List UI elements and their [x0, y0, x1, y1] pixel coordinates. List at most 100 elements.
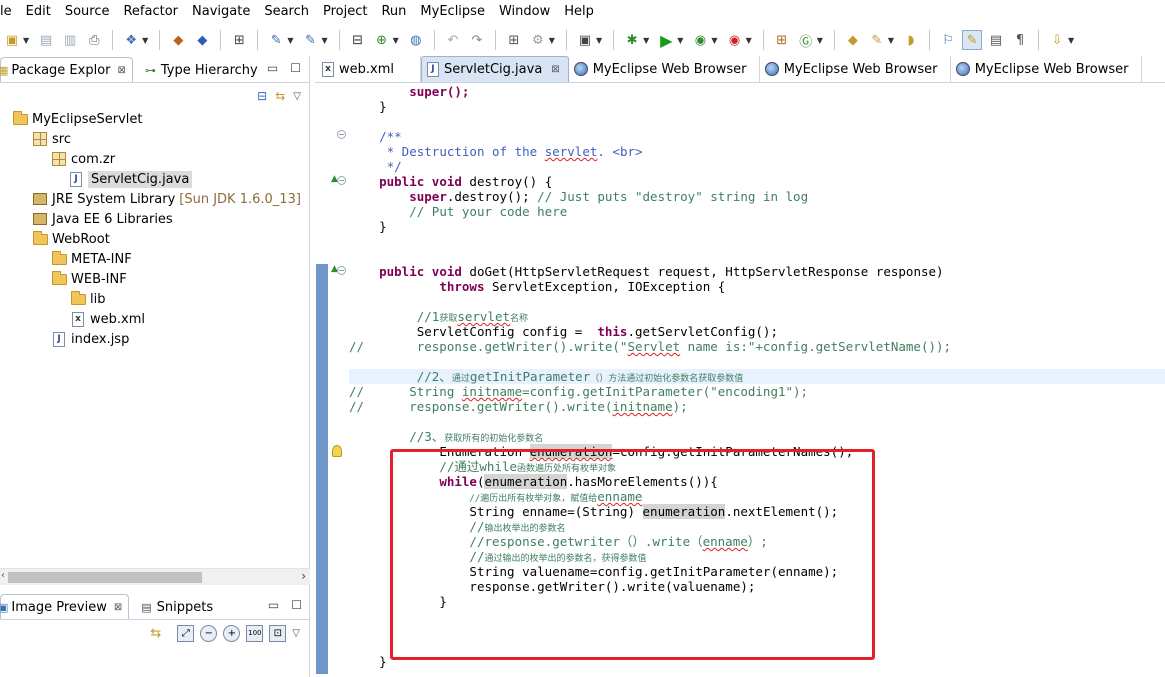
- coverage-icon[interactable]: ◉: [690, 30, 710, 50]
- maximize-icon[interactable]: ☐: [290, 61, 301, 75]
- close-icon[interactable]: ⊠: [551, 64, 559, 75]
- task-icon[interactable]: ⊞: [229, 30, 249, 50]
- actual-size-icon[interactable]: 100: [246, 624, 264, 642]
- tree-item-src[interactable]: src: [32, 129, 71, 149]
- tab-image-preview[interactable]: ▣ Image Preview ⊠: [0, 594, 130, 619]
- scrollbar-thumb[interactable]: [8, 572, 202, 583]
- menu-navigate[interactable]: Navigate: [185, 0, 257, 24]
- fold-toggle-icon[interactable]: −: [337, 266, 346, 275]
- cube-icon[interactable]: ◆: [192, 30, 212, 50]
- tree-item-index-jsp[interactable]: J index.jsp: [51, 329, 129, 349]
- menu-search[interactable]: Search: [257, 0, 316, 24]
- minimize-icon[interactable]: ▭: [267, 61, 278, 75]
- link-with-editor-icon[interactable]: ⇆: [275, 89, 285, 103]
- new-interface-icon[interactable]: Ⓖ: [796, 30, 816, 50]
- tree-item-lib[interactable]: lib: [70, 289, 105, 309]
- minimize-icon[interactable]: ▭: [268, 598, 279, 612]
- tab-type-hierarchy[interactable]: ⊶ Type Hierarchy: [138, 57, 265, 82]
- tab-servletcig-java[interactable]: J ServletCig.java ⊠: [420, 56, 569, 82]
- chevron-down-icon[interactable]: ▼: [549, 36, 555, 45]
- mark-occurrences-icon[interactable]: ✎: [962, 30, 983, 50]
- tab-web-browser-2[interactable]: MyEclipse Web Browser: [760, 56, 951, 82]
- tree-item-web-xml[interactable]: x web.xml: [70, 309, 145, 329]
- web-browser-icon[interactable]: ◍: [406, 30, 426, 50]
- tree-item-web-inf[interactable]: WEB-INF: [51, 269, 127, 289]
- external-tools-icon[interactable]: ◉: [725, 30, 745, 50]
- view-menu-icon[interactable]: ▽: [292, 628, 300, 639]
- fold-toggle-icon[interactable]: −: [337, 130, 346, 139]
- chevron-down-icon[interactable]: ▼: [287, 36, 293, 45]
- code-editor[interactable]: − ▲ − ▲ − super(); } /** * Destruction o…: [315, 84, 1165, 677]
- tab-snippets[interactable]: ▤ Snippets: [135, 594, 221, 619]
- tree-item-meta-inf[interactable]: META-INF: [51, 249, 132, 269]
- block-selection-icon[interactable]: ▤: [986, 30, 1006, 50]
- fit-window-icon[interactable]: ⊡: [269, 624, 287, 642]
- scroll-right-icon[interactable]: ›: [301, 569, 306, 583]
- search-icon[interactable]: ✎: [867, 30, 887, 50]
- chevron-down-icon[interactable]: ▼: [596, 36, 602, 45]
- menu-file[interactable]: le: [0, 0, 19, 24]
- chevron-down-icon[interactable]: ▼: [817, 36, 823, 45]
- console-icon[interactable]: ▣: [575, 30, 595, 50]
- fold-toggle-icon[interactable]: −: [337, 176, 346, 185]
- tree-item-package[interactable]: com.zr: [51, 149, 115, 169]
- tree-item-java-file[interactable]: J ServletCig.java: [68, 169, 193, 189]
- chevron-down-icon[interactable]: ▼: [746, 36, 752, 45]
- menu-run[interactable]: Run: [374, 0, 413, 24]
- tab-web-browser-1[interactable]: MyEclipse Web Browser: [569, 56, 760, 82]
- zoom-in-icon[interactable]: +: [223, 624, 241, 642]
- new-icon[interactable]: ▣: [2, 30, 22, 50]
- toggle-breadcrumb-icon[interactable]: ⚐: [938, 30, 958, 50]
- view-menu-icon[interactable]: ▽: [293, 91, 301, 102]
- menu-project[interactable]: Project: [316, 0, 374, 24]
- back-icon[interactable]: ↶: [443, 30, 463, 50]
- maximize-icon[interactable]: ☐: [291, 598, 302, 612]
- tree-item-javaee[interactable]: Java EE 6 Libraries: [32, 209, 173, 229]
- chevron-down-icon[interactable]: ▼: [321, 36, 327, 45]
- menu-refactor[interactable]: Refactor: [116, 0, 185, 24]
- new-wizard-icon[interactable]: ❖: [121, 30, 141, 50]
- forward-icon[interactable]: ↷: [467, 30, 487, 50]
- close-icon[interactable]: ⊠: [114, 602, 122, 613]
- horizontal-scrollbar[interactable]: ‹ ›: [0, 568, 310, 585]
- deploy-icon[interactable]: ✎: [266, 30, 286, 50]
- menu-window[interactable]: Window: [492, 0, 557, 24]
- next-annotation-icon[interactable]: ⇩: [1047, 30, 1067, 50]
- menu-myeclipse[interactable]: MyEclipse: [413, 0, 492, 24]
- tree-item-jre[interactable]: JRE System Library [Sun JDK 1.6.0_13]: [32, 189, 301, 209]
- tree-item-webroot[interactable]: WebRoot: [32, 229, 110, 249]
- scroll-left-icon[interactable]: ‹: [1, 570, 5, 581]
- chevron-down-icon[interactable]: ▼: [677, 36, 683, 45]
- chevron-down-icon[interactable]: ▼: [711, 36, 717, 45]
- chevron-down-icon[interactable]: ▼: [393, 36, 399, 45]
- chevron-down-icon[interactable]: ▼: [142, 36, 148, 45]
- menu-source[interactable]: Source: [58, 0, 117, 24]
- tab-web-browser-3[interactable]: MyEclipse Web Browser: [951, 56, 1142, 82]
- close-icon[interactable]: ⊠: [118, 65, 126, 76]
- package-icon[interactable]: ◆: [168, 30, 188, 50]
- tab-web-xml[interactable]: x web.xml: [317, 56, 421, 82]
- open-type-icon[interactable]: ◆: [843, 30, 863, 50]
- collapse-all-icon[interactable]: ⊟: [257, 89, 267, 103]
- save-all-icon[interactable]: ▥: [60, 30, 80, 50]
- run-icon[interactable]: ▶: [656, 30, 676, 50]
- chevron-down-icon[interactable]: ▼: [1068, 36, 1074, 45]
- menu-edit[interactable]: Edit: [19, 0, 58, 24]
- chevron-down-icon[interactable]: ▼: [643, 36, 649, 45]
- open-folder-icon[interactable]: ◗: [901, 30, 921, 50]
- link-icon[interactable]: ⇆: [150, 626, 161, 641]
- tab-package-explorer[interactable]: ▦ Package Explor ⊠: [0, 57, 133, 82]
- new-class-icon[interactable]: ⊞: [772, 30, 792, 50]
- tree-item-project[interactable]: MyEclipseServlet: [12, 109, 143, 129]
- hierarchy-icon[interactable]: ⊟: [348, 30, 368, 50]
- debug-icon[interactable]: ✱: [622, 30, 642, 50]
- chevron-down-icon[interactable]: ▼: [23, 36, 29, 45]
- zoom-out-icon[interactable]: −: [200, 624, 218, 642]
- menu-help[interactable]: Help: [557, 0, 601, 24]
- print-icon[interactable]: ⎙: [84, 30, 104, 50]
- server-icon[interactable]: ✎: [300, 30, 320, 50]
- save-icon[interactable]: ▤: [36, 30, 56, 50]
- chevron-down-icon[interactable]: ▼: [888, 36, 894, 45]
- settings-icon[interactable]: ⚙: [528, 30, 548, 50]
- quick-fix-bulb-icon[interactable]: [332, 445, 342, 457]
